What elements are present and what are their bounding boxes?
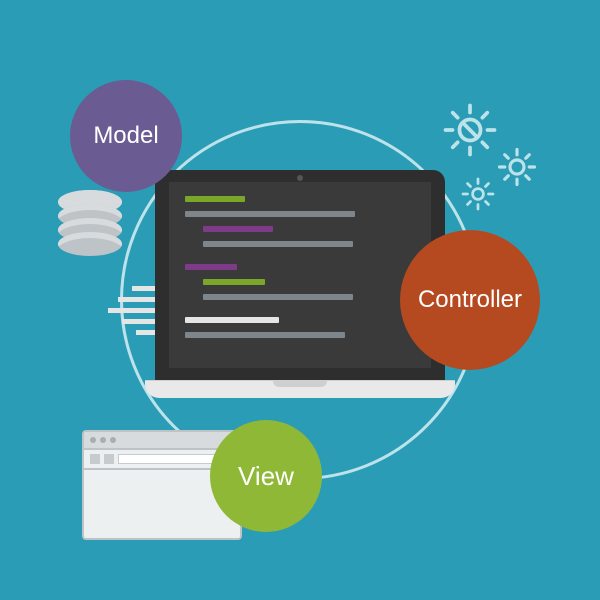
view-label: View [238,461,294,492]
gear-icon [496,146,538,188]
code-line [203,294,353,300]
window-control-icon [90,437,96,443]
gear-icon [460,176,496,212]
database-icon [58,190,122,256]
camera-icon [297,175,303,181]
code-line [185,211,355,217]
laptop-notch [273,381,327,387]
model-badge: Model [70,80,182,192]
code-line [185,332,345,338]
window-control-icon [100,437,106,443]
back-icon [90,454,100,464]
code-line [203,241,353,247]
model-label: Model [93,122,158,150]
controller-label: Controller [418,286,522,314]
laptop-screen [169,182,431,368]
laptop-base [145,380,455,398]
mvc-diagram: Model Controller View [0,0,600,600]
window-control-icon [110,437,116,443]
controller-badge: Controller [400,230,540,370]
laptop-bezel [155,170,445,380]
code-line [203,226,273,232]
forward-icon [104,454,114,464]
code-line [185,264,237,270]
view-badge: View [210,420,322,532]
code-line [185,317,279,323]
code-line [185,196,245,202]
code-line [203,279,265,285]
gear-icon [442,102,498,158]
